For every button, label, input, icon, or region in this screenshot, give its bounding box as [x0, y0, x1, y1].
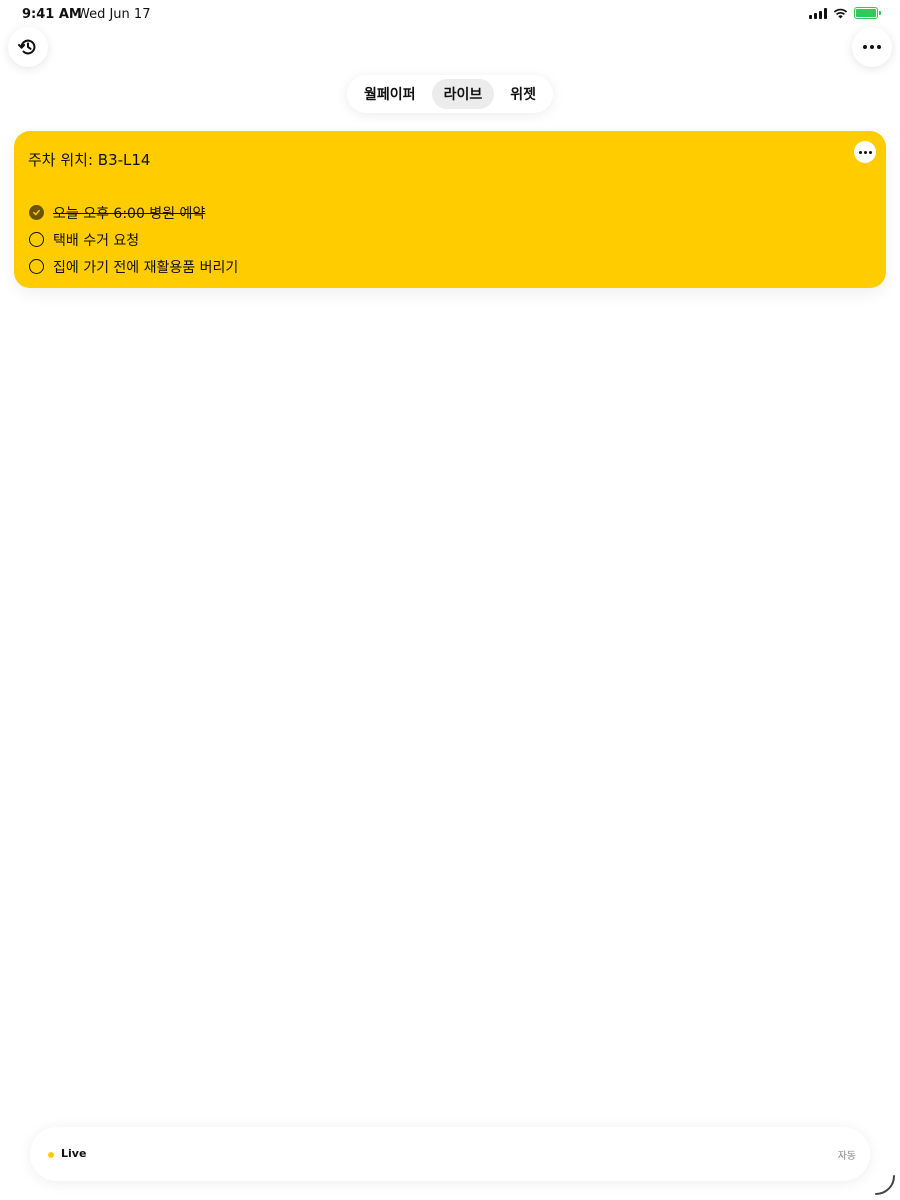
checklist-item-label: 집에 가기 전에 재활용품 버리기 — [53, 259, 239, 276]
tab-widget[interactable]: 위젯 — [498, 79, 548, 109]
tab-wallpaper[interactable]: 월페이퍼 — [352, 79, 428, 109]
status-time: 9:41 AM — [22, 7, 82, 22]
checkmark-circle-icon[interactable] — [29, 205, 44, 220]
history-button[interactable] — [8, 27, 48, 67]
history-icon — [18, 39, 36, 55]
more-horizontal-icon — [858, 150, 872, 154]
checklist-item[interactable]: 오늘 오후 6:00 병원 예약 — [29, 199, 238, 226]
wifi-icon — [833, 8, 848, 18]
cellular-signal-icon — [809, 7, 827, 19]
empty-circle-icon[interactable] — [29, 259, 44, 274]
more-horizontal-icon — [863, 45, 881, 49]
screen: 9:41 AM Wed Jun 17 월페이퍼 라이브 위젯 주차 위치: B3… — [0, 0, 900, 1200]
auto-label[interactable]: 자동 — [838, 1147, 856, 1162]
live-label: Live — [61, 1147, 87, 1160]
mode-tabs: 월페이퍼 라이브 위젯 — [347, 75, 553, 113]
checklist-item[interactable]: 택배 수거 요청 — [29, 226, 238, 253]
status-bar: 9:41 AM Wed Jun 17 — [0, 0, 900, 28]
checklist-item-label: 택배 수거 요청 — [53, 232, 140, 249]
empty-circle-icon[interactable] — [29, 232, 44, 247]
checklist: 오늘 오후 6:00 병원 예약 택배 수거 요청 집에 가기 전에 재활용품 … — [29, 199, 238, 280]
status-date: Wed Jun 17 — [77, 7, 151, 22]
live-indicator-dot — [48, 1152, 54, 1158]
bottom-bar[interactable]: Live 자동 — [30, 1127, 870, 1181]
tab-live[interactable]: 라이브 — [431, 79, 495, 109]
status-indicators — [809, 7, 881, 19]
battery-charging-icon — [854, 7, 881, 19]
checklist-item[interactable]: 집에 가기 전에 재활용품 버리기 — [29, 253, 238, 280]
more-options-button[interactable] — [852, 27, 892, 67]
live-card[interactable]: 주차 위치: B3-L14 오늘 오후 6:00 병원 예약 택배 수거 요청 … — [14, 131, 886, 288]
resize-handle-icon[interactable] — [872, 1172, 898, 1198]
card-menu-button[interactable] — [854, 141, 876, 163]
card-title: 주차 위치: B3-L14 — [28, 151, 151, 169]
checklist-item-label: 오늘 오후 6:00 병원 예약 — [53, 205, 206, 222]
